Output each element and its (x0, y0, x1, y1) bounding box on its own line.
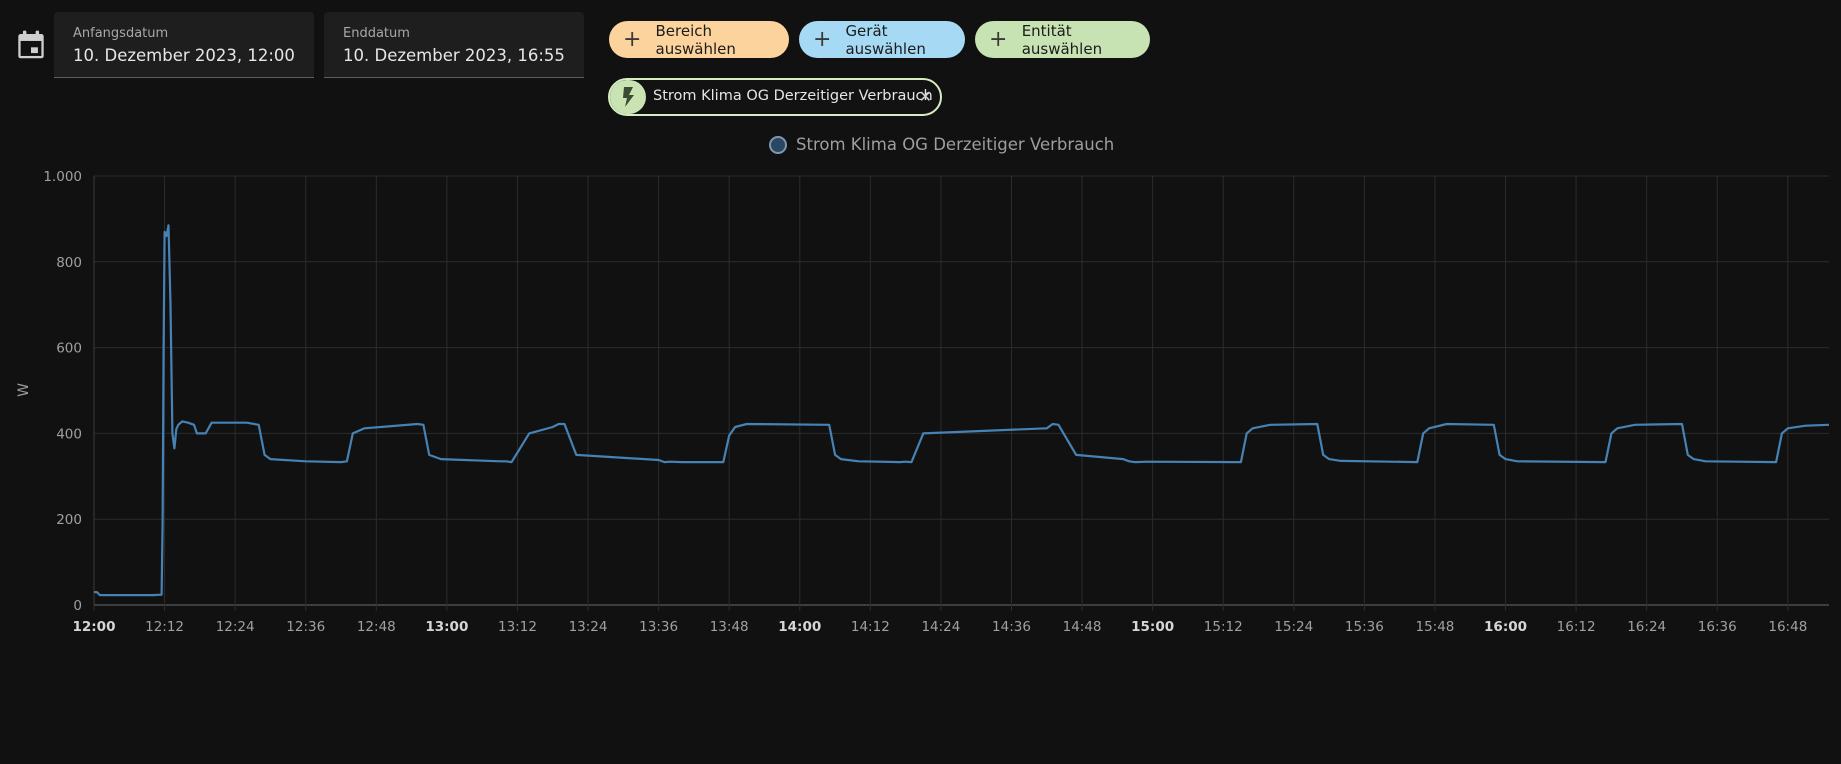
x-tick-label: 15:48 (1415, 619, 1454, 635)
x-tick-label: 12:12 (145, 619, 184, 635)
x-tick-label: 13:12 (498, 619, 537, 635)
x-tick-label: 13:36 (639, 619, 678, 635)
x-tick-label: 14:48 (1063, 619, 1102, 635)
x-tick-label: 14:24 (921, 619, 960, 635)
x-tick-label: 16:36 (1698, 619, 1737, 635)
x-tick-label: 15:00 (1131, 619, 1174, 635)
x-tick-label: 13:24 (569, 619, 608, 635)
x-tick-label: 14:00 (778, 619, 821, 635)
x-tick-label: 15:24 (1274, 619, 1313, 635)
y-axis-ticks: 0 200 400 600 800 1.000 (43, 169, 82, 614)
x-tick-label: 15:12 (1204, 619, 1243, 635)
x-tick-label: 12:24 (216, 619, 255, 635)
y-tick-label: 800 (56, 255, 82, 271)
y-tick-label: 0 (73, 598, 82, 614)
x-tick-label: 13:00 (425, 619, 468, 635)
y-tick-label: 400 (56, 426, 82, 442)
y-axis-label: W (16, 383, 32, 397)
x-tick-label: 12:36 (286, 619, 325, 635)
x-tick-label: 16:48 (1768, 619, 1807, 635)
chart-grid (93, 175, 1829, 611)
x-axis-ticks: 12:00 12:12 12:24 12:36 12:48 13:00 13:12 13:24… (73, 619, 1808, 635)
x-tick-label: 16:00 (1484, 619, 1527, 635)
y-tick-label: 600 (56, 341, 82, 357)
x-tick-label: 16:24 (1627, 619, 1666, 635)
x-tick-label: 13:48 (710, 619, 749, 635)
power-history-chart[interactable]: 02004006008001.000 12:00 12:12 12:24 12:36 1… (0, 0, 1841, 764)
x-tick-label: 15:36 (1345, 619, 1384, 635)
x-tick-label: 14:36 (992, 619, 1031, 635)
x-tick-label: 12:48 (357, 619, 396, 635)
y-tick-label: 1.000 (43, 169, 82, 185)
x-tick-label: 14:12 (851, 619, 890, 635)
series-line (94, 224, 1830, 597)
x-tick-label: 16:12 (1557, 619, 1596, 635)
y-tick-label: 200 (56, 512, 82, 528)
x-tick-label: 12:00 (73, 619, 116, 635)
